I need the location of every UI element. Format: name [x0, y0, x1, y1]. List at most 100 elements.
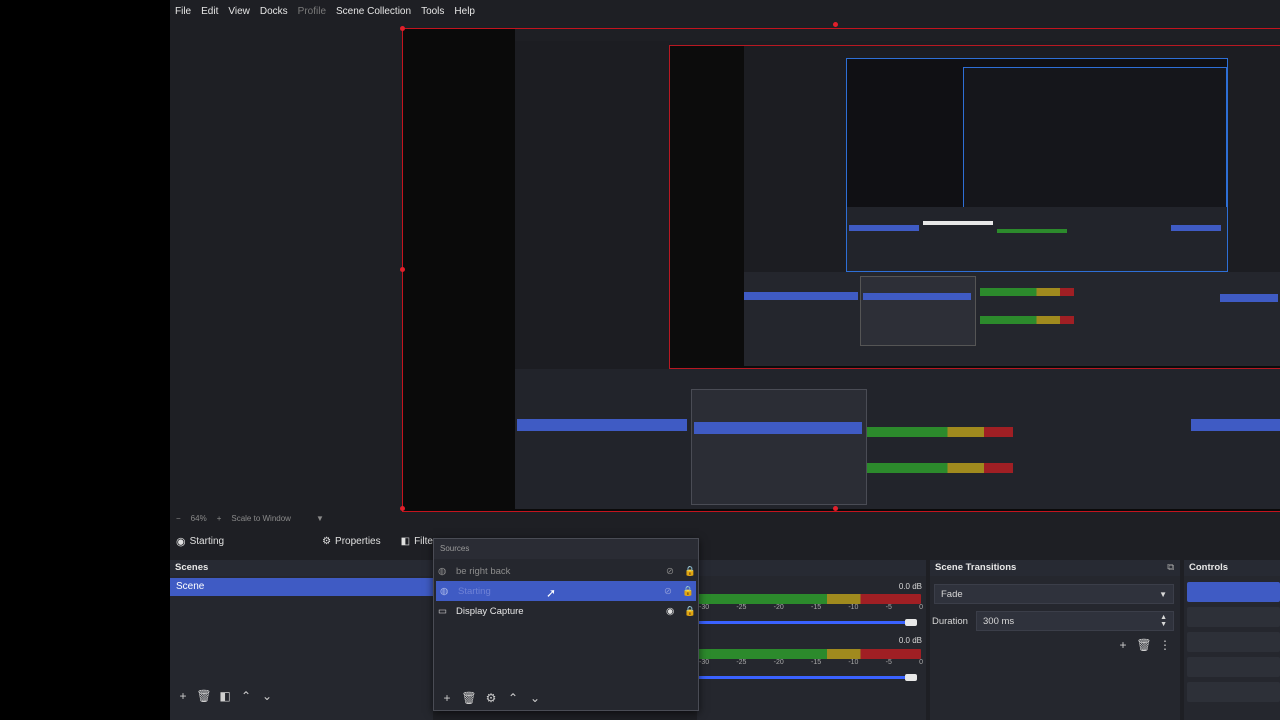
- filter-icon[interactable]: ◧: [216, 688, 234, 704]
- track-2-volume-slider[interactable]: [697, 676, 909, 679]
- menu-tools[interactable]: Tools: [416, 6, 449, 17]
- track-1-meter: [697, 594, 921, 604]
- nested-meter: [997, 229, 1067, 233]
- chevron-down-icon[interactable]: ⌄: [258, 688, 276, 704]
- zoom-out-button[interactable]: −: [176, 514, 181, 523]
- track-2-db: 0.0 dB: [898, 636, 922, 645]
- virtual-camera-button[interactable]: [1187, 632, 1280, 652]
- scale-mode-select[interactable]: Scale to Window: [231, 514, 291, 523]
- more-vertical-icon[interactable]: ⋮: [1156, 637, 1174, 653]
- gear-icon: ⚙: [322, 535, 332, 547]
- spin-arrows-icon[interactable]: ▲ ▼: [1160, 614, 1167, 628]
- transitions-toolbar: + 🗑 ⋮: [930, 637, 1180, 653]
- nested-menu-bar: [515, 29, 1280, 41]
- tick: 0: [919, 659, 923, 666]
- mirrored-docks: [515, 369, 1280, 509]
- transitions-title: Scene Transitions: [935, 562, 1017, 573]
- sources-toolbar: + 🗑 ⚙ ⌃ ⌄: [438, 690, 544, 706]
- source-context-label: ◉ Starting: [176, 535, 224, 548]
- nested-bar: [923, 221, 993, 225]
- chevron-up-icon[interactable]: ⌃: [237, 688, 255, 704]
- menu-edit[interactable]: Edit: [196, 6, 223, 17]
- resize-handle[interactable]: [400, 26, 405, 31]
- duration-label: Duration: [932, 615, 968, 627]
- menu-scene-collection[interactable]: Scene Collection: [331, 6, 416, 17]
- zoom-in-button[interactable]: +: [217, 514, 222, 523]
- transition-type-value: Fade: [941, 588, 963, 600]
- trash-icon[interactable]: 🗑: [1135, 637, 1153, 653]
- menu-file[interactable]: File: [170, 6, 196, 17]
- controls-title: Controls: [1184, 560, 1280, 576]
- settings-button[interactable]: [1187, 682, 1280, 702]
- track-2-meter: [697, 649, 921, 659]
- track-1-volume-slider[interactable]: [697, 621, 909, 624]
- source-item[interactable]: ▭ Display Capture ◉ 🔒: [434, 601, 698, 621]
- eye-slash-icon: ◍: [438, 565, 447, 577]
- mirror-meter: [867, 427, 1013, 437]
- mirror-scene-row: [517, 419, 687, 431]
- lock-icon[interactable]: 🔒: [684, 606, 696, 617]
- source-type-icon: ◉: [176, 535, 186, 548]
- track-2-volume-knob[interactable]: [905, 674, 917, 681]
- controls-dock: Controls: [1184, 560, 1280, 720]
- start-recording-button[interactable]: [1187, 607, 1280, 627]
- chevron-up-icon[interactable]: ⌃: [504, 690, 522, 706]
- chevron-down-icon[interactable]: ▼: [316, 514, 324, 523]
- resize-handle[interactable]: [400, 267, 405, 272]
- menu-docks[interactable]: Docks: [255, 6, 293, 17]
- scene-transitions-dock: Scene Transitions ⧉ Fade ▼ Duration 300 …: [930, 560, 1180, 720]
- resize-handle[interactable]: [833, 22, 838, 27]
- nested-control: [1220, 294, 1278, 302]
- add-icon[interactable]: +: [174, 688, 192, 704]
- menu-view[interactable]: View: [223, 6, 255, 17]
- nested-meter: [980, 316, 1074, 324]
- mirror-sources-popup: [691, 389, 867, 505]
- tick: -15: [810, 604, 822, 611]
- trash-icon[interactable]: 🗑: [460, 690, 478, 706]
- mirror-control: [1191, 419, 1280, 431]
- audio-mixer-dock: 0.0 dB -30 -25 -20 -15 -10 -5 0 0.0 dB -…: [697, 560, 926, 720]
- properties-button[interactable]: ⚙ Properties: [322, 536, 381, 547]
- sources-dock[interactable]: Sources ◍ be right back ⊘ 🔒 ◍ Starting ⊘…: [433, 538, 699, 711]
- tick: -30: [699, 659, 710, 666]
- trash-icon[interactable]: 🗑: [195, 688, 213, 704]
- sources-title[interactable]: Sources: [434, 539, 698, 559]
- lock-icon[interactable]: 🔒: [684, 566, 696, 577]
- chevron-down-icon[interactable]: ⌄: [526, 690, 544, 706]
- lock-icon[interactable]: 🔒: [682, 586, 694, 597]
- menu-bar: File Edit View Docks Profile Scene Colle…: [170, 0, 1280, 22]
- tick: -20: [773, 659, 784, 666]
- add-icon[interactable]: +: [1114, 637, 1132, 653]
- mirror-meter: [867, 463, 1013, 473]
- dock-float-icon[interactable]: ⧉: [1167, 560, 1174, 576]
- hidden-eye-icon[interactable]: ⊘: [664, 586, 682, 597]
- preview-canvas[interactable]: [402, 28, 1280, 512]
- tick: -5: [885, 659, 892, 666]
- mouse-cursor-icon: ➚: [546, 586, 557, 600]
- source-item[interactable]: ◍ be right back ⊘ 🔒: [434, 561, 698, 581]
- menu-help[interactable]: Help: [449, 6, 480, 17]
- source-name: Display Capture: [456, 605, 524, 617]
- filter-icon: ◧: [400, 535, 411, 547]
- tick: -15: [810, 659, 822, 666]
- zoom-bar: − 64% + Scale to Window ▼: [170, 510, 1280, 526]
- context-bar: ◉ Starting ⚙ Properties ◧ Filters: [170, 530, 1280, 552]
- hidden-eye-icon[interactable]: ⊘: [666, 566, 684, 577]
- eye-icon[interactable]: ◉: [666, 606, 684, 617]
- recursive-capture: [515, 29, 1280, 509]
- scenes-dock: Scenes Scene + 🗑 ◧ ⌃ ⌄: [170, 560, 433, 720]
- scenes-title: Scenes: [170, 560, 433, 576]
- add-icon[interactable]: +: [438, 690, 456, 706]
- preview-area[interactable]: [170, 22, 1280, 512]
- transition-type-select[interactable]: Fade ▼: [934, 584, 1174, 604]
- menu-profile[interactable]: Profile: [293, 6, 331, 17]
- gear-icon[interactable]: ⚙: [482, 690, 500, 706]
- chevron-down-icon: ▼: [1159, 589, 1167, 599]
- nested-sources-popup: [860, 276, 976, 346]
- source-item-selected[interactable]: ◍ Starting ⊘ 🔒 ➚: [436, 581, 696, 601]
- track-1-volume-knob[interactable]: [905, 619, 917, 626]
- start-streaming-button[interactable]: [1187, 582, 1280, 602]
- duration-spinbox[interactable]: 300 ms ▲ ▼: [976, 611, 1174, 631]
- scene-item[interactable]: Scene: [170, 578, 433, 596]
- studio-mode-button[interactable]: [1187, 657, 1280, 677]
